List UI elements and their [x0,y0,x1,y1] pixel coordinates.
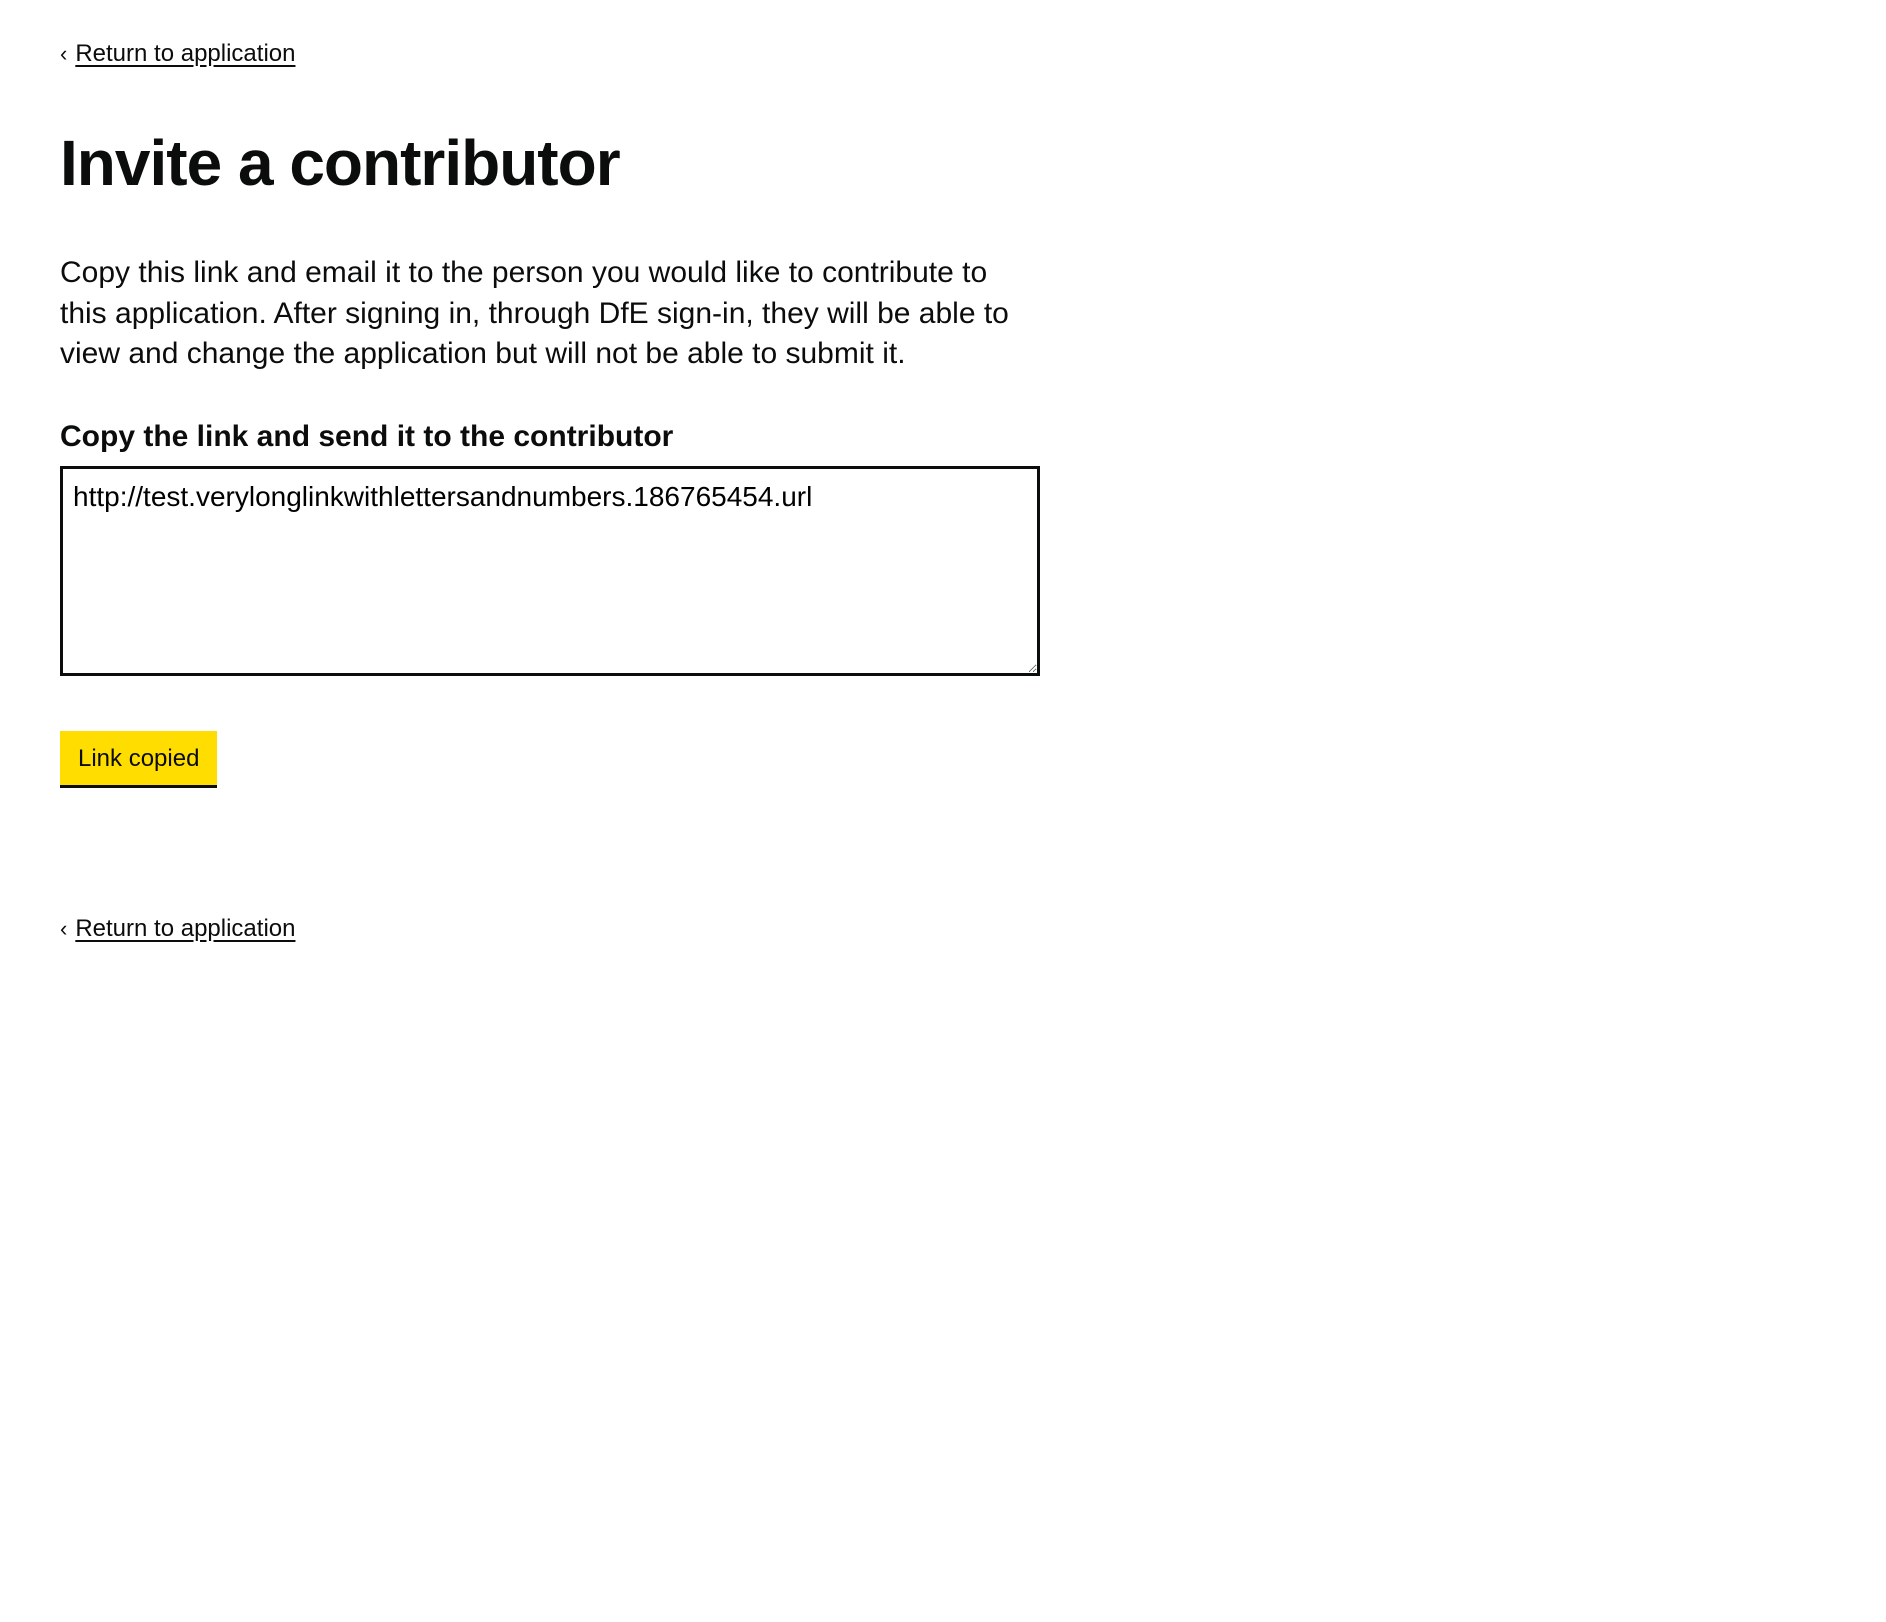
back-link-bottom[interactable]: ‹ Return to application [60,915,295,943]
copy-link-button[interactable]: Link copied [60,731,217,785]
page-description: Copy this link and email it to the perso… [60,253,1040,375]
page-title: Invite a contributor [60,128,1826,198]
link-textarea[interactable] [60,466,1040,676]
back-link-top[interactable]: ‹ Return to application [60,40,295,68]
back-link-label: Return to application [75,40,295,68]
link-field-label: Copy the link and send it to the contrib… [60,420,1826,454]
chevron-left-icon: ‹ [60,916,67,942]
chevron-left-icon: ‹ [60,41,67,67]
back-link-label: Return to application [75,915,295,943]
